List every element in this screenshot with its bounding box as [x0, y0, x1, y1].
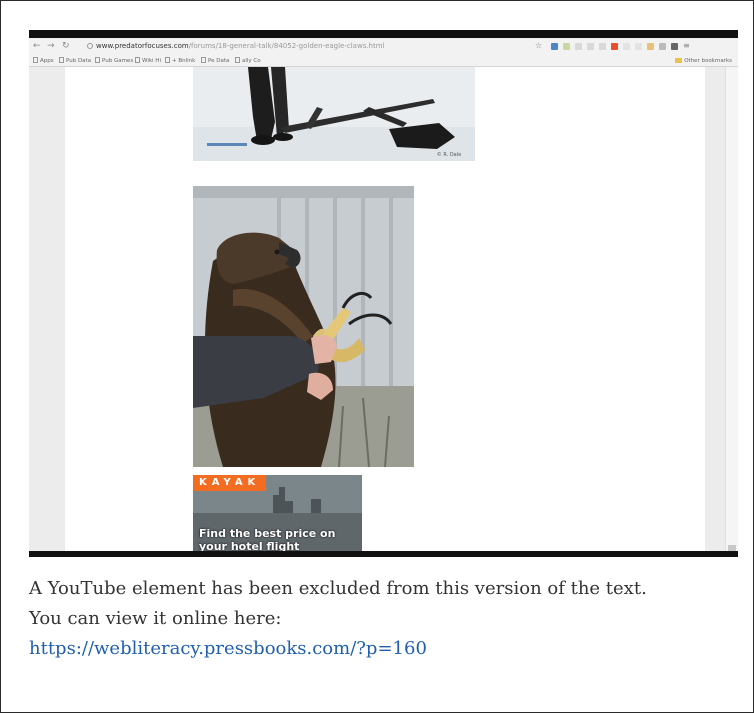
- star-icon[interactable]: ☆: [535, 41, 542, 51]
- kayak-advertisement[interactable]: KAYAK Find the best price on your hotel …: [193, 475, 362, 551]
- extension-icon[interactable]: [671, 43, 678, 50]
- ad-headline: Find the best price on your hotel flight: [199, 527, 336, 551]
- bookmark-item[interactable]: Pub Data: [59, 56, 91, 66]
- caption-line: You can view it online here:: [29, 608, 282, 629]
- video-bottom-bar: [29, 551, 738, 557]
- reload-icon[interactable]: ↻: [62, 41, 70, 51]
- bookmark-item[interactable]: Pe Data: [201, 56, 229, 66]
- bookmark-item[interactable]: Apps: [33, 56, 54, 66]
- address-path: /forums/18-general-talk/84052-golden-eag…: [188, 42, 385, 50]
- page-info-icon: [87, 43, 93, 49]
- forward-arrow-icon[interactable]: →: [47, 41, 55, 51]
- extension-icon[interactable]: [563, 43, 570, 50]
- bookmark-item[interactable]: Wiki Hi: [135, 56, 161, 66]
- video-link[interactable]: https://webliteracy.pressbooks.com/?p=16…: [29, 638, 427, 659]
- photo-credit: © R. Dale: [437, 151, 461, 158]
- caption-line: A YouTube element has been excluded from…: [29, 578, 647, 599]
- caption: A YouTube element has been excluded from…: [29, 574, 647, 664]
- extension-icon[interactable]: [599, 43, 606, 50]
- video-still: ← → ↻ www.predatorfocuses.com/forums/18-…: [29, 30, 738, 557]
- back-arrow-icon[interactable]: ←: [33, 41, 41, 51]
- photo-tripod-in-snow: © R. Dale: [193, 67, 475, 161]
- page-scrollbar[interactable]: [725, 67, 738, 551]
- kayak-logo: KAYAK: [193, 475, 267, 491]
- extension-icon[interactable]: [587, 43, 594, 50]
- figure-frame: ← → ↻ www.predatorfocuses.com/forums/18-…: [0, 0, 754, 713]
- address-host: www.predatorfocuses.com: [96, 42, 189, 50]
- extension-icon[interactable]: [623, 43, 630, 50]
- extension-icon[interactable]: [551, 43, 558, 50]
- bookmarks-bar: Apps Pub Data Pub Games Wiki Hi + Bnlink…: [29, 55, 738, 67]
- menu-icon[interactable]: ≡: [683, 41, 690, 51]
- bookmark-item[interactable]: ally Co: [235, 56, 261, 66]
- video-top-bar: [29, 30, 738, 38]
- extension-icon[interactable]: [647, 43, 654, 50]
- bookmark-item[interactable]: Pub Games: [95, 56, 133, 66]
- other-bookmarks[interactable]: Other bookmarks: [675, 56, 732, 66]
- address-bar[interactable]: www.predatorfocuses.com/forums/18-genera…: [81, 41, 529, 52]
- browser-toolbar: ← → ↻ www.predatorfocuses.com/forums/18-…: [29, 38, 738, 55]
- extension-icon[interactable]: [659, 43, 666, 50]
- bookmark-item[interactable]: + Bnlink: [165, 56, 195, 66]
- photo-golden-eagle: [193, 186, 414, 467]
- extension-icon[interactable]: [635, 43, 642, 50]
- office-icon[interactable]: [611, 43, 618, 50]
- extension-icon[interactable]: [575, 43, 582, 50]
